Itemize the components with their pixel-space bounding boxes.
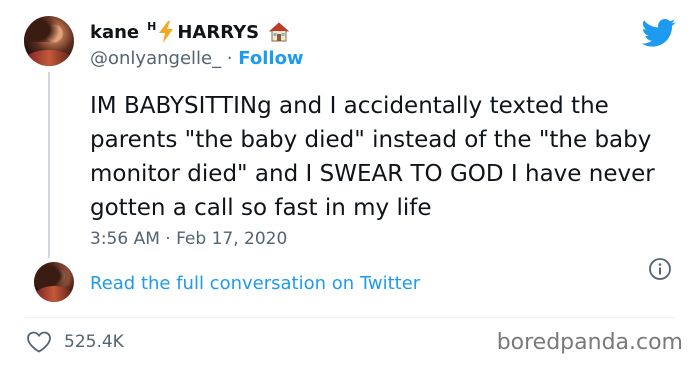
separator-dot: · [226,48,233,69]
author-name-prefix: kane [90,21,140,43]
follow-button[interactable]: Follow [238,48,303,69]
thread-connector-line [48,72,50,258]
read-conversation-link[interactable]: Read the full conversation on Twitter [90,273,420,294]
author-handle[interactable]: @onlyangelle_ [90,48,221,69]
heart-icon [27,331,51,353]
author-handle-row: @onlyangelle_ · Follow [90,48,304,69]
like-button[interactable]: 525.4K [26,330,124,354]
info-icon[interactable] [648,257,672,281]
tweet-timestamp[interactable]: 3:56 AM · Feb 17, 2020 [90,229,287,249]
watermark: boredpanda.com [496,330,683,355]
house-icon [269,22,290,42]
twitter-bird-icon[interactable] [642,18,676,48]
lightning-bolt-icon [159,21,174,43]
author-name[interactable]: kane H HARRYS [90,19,290,43]
like-count: 525.4K [64,332,124,352]
footer-divider [24,317,676,318]
author-name-suffix: HARRYS [177,21,260,43]
tweet-header: kane H HARRYS @onlyangelle_ · Follow [24,16,676,76]
tweet-text: IM BABYSITTINg and I accidentally texted… [90,93,655,221]
author-avatar[interactable] [24,16,74,66]
reply-avatar[interactable] [34,262,74,302]
author-name-superscript: H [147,19,157,33]
